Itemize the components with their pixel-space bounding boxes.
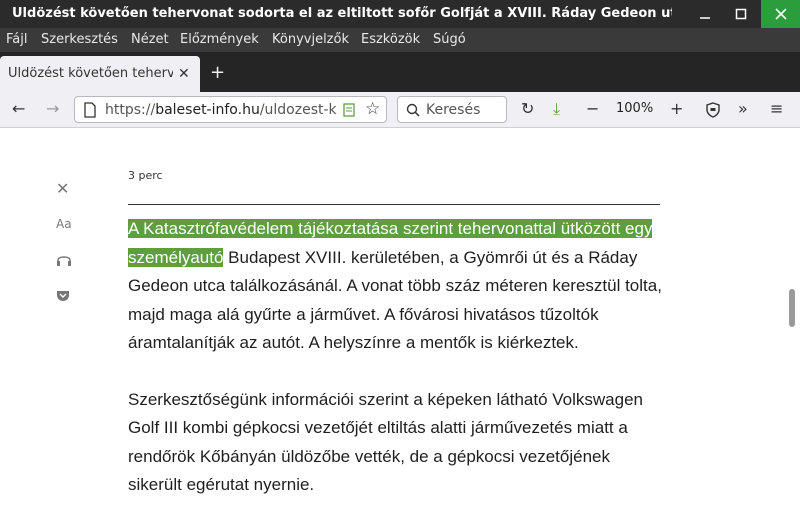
hamburger-menu-icon[interactable]: ≡ (770, 99, 783, 118)
url-prefix: https:// (105, 102, 156, 118)
font-settings-icon[interactable]: Aa (56, 217, 72, 231)
minimize-button[interactable] (688, 0, 722, 28)
article-paragraph: A Katasztrófavédelem tájékoztatása szeri… (128, 215, 668, 358)
pocket-icon[interactable] (56, 289, 70, 302)
tab-bar: Üldözést követően tehervo ✕ + (0, 52, 800, 92)
maximize-icon (735, 8, 747, 20)
scrollbar-thumb[interactable] (789, 289, 795, 327)
close-reader-icon[interactable]: ✕ (56, 179, 69, 198)
navigation-toolbar: ← → https://baleset-info.hu/uldozest-k ☆… (0, 92, 800, 128)
url-text: https://baleset-info.hu/uldozest-k (105, 102, 340, 118)
reader-view-icon[interactable] (343, 103, 355, 117)
menu-view[interactable]: Nézet (131, 32, 169, 47)
zoom-level[interactable]: 100% (616, 101, 653, 116)
maximize-button[interactable] (724, 0, 758, 28)
close-window-button[interactable] (761, 0, 800, 28)
article-paragraph: Szerkesztőségünk információi szerint a k… (128, 389, 644, 495)
headphones-icon[interactable] (56, 253, 72, 267)
window-title: Üldözést követően tehervonat sodorta el … (12, 6, 672, 21)
zoom-out-icon[interactable]: − (586, 99, 599, 118)
page-icon (84, 102, 96, 118)
menu-file[interactable]: Fájl (6, 32, 27, 47)
article-body: A Katasztrófavédelem tájékoztatása szeri… (128, 215, 668, 528)
url-path: /uldozest-k (259, 102, 337, 118)
minimize-icon (700, 17, 710, 19)
back-icon[interactable]: ← (12, 99, 25, 118)
menu-bar: Fájl Szerkesztés Nézet Előzmények Könyvj… (0, 28, 800, 52)
menu-help[interactable]: Súgó (433, 32, 466, 47)
overflow-chevron-icon[interactable]: » (738, 99, 748, 118)
reading-time: 3 perc (128, 169, 163, 182)
reload-icon[interactable]: ↻ (521, 99, 534, 118)
window-titlebar: Üldözést követően tehervonat sodorta el … (0, 0, 800, 28)
download-icon[interactable]: ⤓ (553, 99, 560, 119)
new-tab-icon[interactable]: + (210, 62, 225, 83)
tab-active[interactable]: Üldözést követően tehervo ✕ (0, 56, 200, 92)
bookmark-star-icon[interactable]: ☆ (365, 99, 380, 119)
forward-icon[interactable]: → (46, 99, 59, 118)
menu-tools[interactable]: Eszközök (361, 32, 420, 47)
tab-label: Üldözést követően tehervo (8, 66, 173, 81)
zoom-in-icon[interactable]: + (670, 99, 683, 118)
shield-icon[interactable] (706, 102, 720, 118)
url-host: baleset-info.hu (155, 102, 260, 118)
tab-close-icon[interactable]: ✕ (178, 66, 190, 82)
menu-history[interactable]: Előzmények (180, 32, 259, 47)
reader-content: ✕ Aa 3 perc A Katasztrófavédelem tájékoz… (0, 129, 800, 512)
search-bar[interactable]: Keresés (397, 96, 507, 123)
search-placeholder: Keresés (426, 102, 481, 118)
search-icon (406, 103, 420, 117)
divider (128, 204, 660, 205)
close-icon (774, 8, 787, 20)
menu-edit[interactable]: Szerkesztés (41, 32, 118, 47)
menu-bookmarks[interactable]: Könyvjelzők (272, 32, 349, 47)
url-bar[interactable]: https://baleset-info.hu/uldozest-k ☆ (74, 96, 387, 123)
